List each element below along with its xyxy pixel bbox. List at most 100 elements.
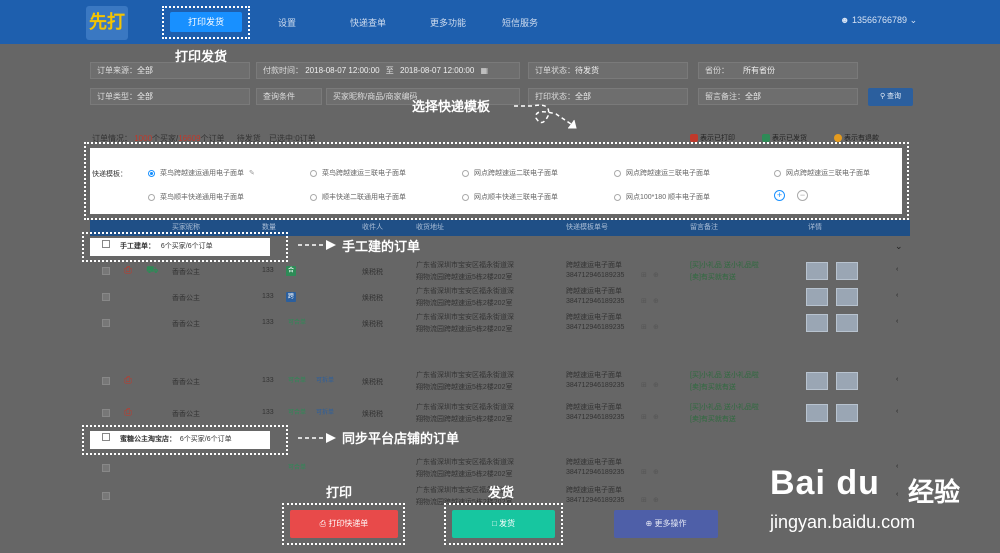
address-line-1: 广东省深圳市宝安区福永街道深: [416, 372, 514, 379]
table-row[interactable]: 香香公主 133 跨 焕税税 广东省深圳市宝安区福永街道深 翔物流园跨越速运5栋2楼202…: [90, 284, 910, 310]
expand-icon[interactable]: ⊞: [641, 297, 647, 305]
annotation-ship: 发货: [488, 485, 515, 500]
query-condition-select[interactable]: 查询条件: [256, 88, 322, 105]
row-checkbox[interactable]: [102, 409, 110, 417]
table-row[interactable]: ⎙ 香香公主 133 可合单 可拆单 焕税税 广东省深圳市宝安区福永街道深 翔物流园跨越速运5…: [90, 400, 910, 426]
annotation-manual-orders: 手工建的订单: [342, 239, 421, 254]
order-tag: 可合单: [288, 378, 307, 384]
waybill-number: 384712946189235: [566, 414, 625, 421]
search-icon: ⚲: [879, 93, 886, 100]
remark-select[interactable]: 留言备注：全部: [698, 88, 858, 105]
print-waybill-button[interactable]: ⎙ 打印快递单: [290, 510, 398, 538]
edit-icon[interactable]: ⊕: [653, 323, 659, 331]
annotation-synced-orders: 同步平台店铺的订单: [342, 431, 460, 446]
product-thumbnail[interactable]: [806, 404, 828, 422]
template-name: 跨越速运电子面单: [566, 288, 622, 295]
quantity: 133: [262, 267, 274, 274]
template-name: 跨越速运电子面单: [566, 314, 622, 321]
product-thumbnail[interactable]: [836, 262, 858, 280]
truck-icon: [762, 134, 770, 143]
address-line-2: 翔物流园跨越速运5栋2楼202室: [416, 300, 513, 307]
nav-tab-sms[interactable]: 短信服务: [502, 16, 538, 29]
edit-icon[interactable]: ⊕: [653, 413, 659, 421]
ship-button[interactable]: □ 发货: [452, 510, 555, 538]
address-line-2: 翔物流园跨越速运5栋2楼202室: [416, 471, 513, 478]
chevron-left-icon[interactable]: ‹: [896, 266, 898, 273]
chevron-left-icon[interactable]: ‹: [896, 292, 898, 299]
template-name: 跨越速运电子面单: [566, 262, 622, 269]
order-status-select[interactable]: 订单状态：待发货: [528, 62, 688, 79]
table-row[interactable]: ⎙ 香香公主 133 可合单 可拆单 焕税税 广东省深圳市宝安区福永街道深 翔物流园跨越速运5…: [90, 368, 910, 394]
chevron-left-icon[interactable]: ‹: [896, 408, 898, 415]
collapse-icon[interactable]: ⌄: [895, 241, 903, 252]
waybill-number: 384712946189235: [566, 382, 625, 389]
row-checkbox[interactable]: [102, 267, 110, 275]
user-menu[interactable]: ☻ 13566766789 ⌄: [840, 15, 917, 26]
product-thumbnail[interactable]: [806, 372, 828, 390]
seller-remark: [卖]有买就有送: [690, 416, 736, 423]
product-thumbnail[interactable]: [836, 288, 858, 306]
user-phone: 13566766789: [852, 15, 908, 25]
buyer-nickname[interactable]: 香香公主: [172, 319, 200, 329]
product-thumbnail[interactable]: [806, 262, 828, 280]
address-line-1: 广东省深圳市宝安区福永街道深: [416, 262, 514, 269]
waybill-number: 384712946189235: [566, 298, 625, 305]
edit-icon[interactable]: ⊕: [653, 297, 659, 305]
edit-icon[interactable]: ⊕: [653, 468, 659, 476]
order-type-select[interactable]: 订单类型：全部: [90, 88, 250, 105]
edit-icon[interactable]: ⊕: [653, 496, 659, 504]
order-tag: 跨: [286, 292, 297, 302]
buyer-nickname[interactable]: 香香公主: [172, 377, 200, 387]
baidu-jingyan-watermark: Bai du 经验 jingyan.baidu.com: [770, 464, 961, 532]
arrow-right-icon: [298, 433, 336, 443]
box-icon: □: [491, 519, 497, 528]
expand-icon[interactable]: ⊞: [641, 323, 647, 331]
order-tag: 合: [286, 266, 297, 276]
address-line-2: 翔物流园跨越速运5栋2楼202室: [416, 416, 513, 423]
quantity: 133: [262, 377, 274, 384]
product-thumbnail[interactable]: [806, 288, 828, 306]
product-thumbnail[interactable]: [836, 404, 858, 422]
chevron-left-icon[interactable]: ‹: [896, 318, 898, 325]
table-row[interactable]: 香香公主 133 可合单 焕税税 广东省深圳市宝安区福永街道深 翔物流园跨越速运5栋2楼2…: [90, 310, 910, 336]
expand-icon[interactable]: ⊞: [641, 496, 647, 504]
expand-icon[interactable]: ⊞: [641, 271, 647, 279]
plus-circle-icon: ⊕: [645, 519, 653, 528]
recipient: 焕税税: [362, 379, 383, 386]
recipient: 焕税税: [362, 321, 383, 328]
row-checkbox[interactable]: [102, 293, 110, 301]
edit-icon[interactable]: ⊕: [653, 381, 659, 389]
nav-tab-settings[interactable]: 设置: [278, 16, 296, 29]
more-actions-button[interactable]: ⊕ 更多操作: [614, 510, 718, 538]
app-logo[interactable]: 先打: [86, 6, 128, 40]
province-select[interactable]: 省份： 所有省份: [698, 62, 858, 79]
row-checkbox[interactable]: [102, 377, 110, 385]
calendar-icon: ▦: [480, 66, 489, 75]
product-thumbnail[interactable]: [836, 314, 858, 332]
buyer-nickname[interactable]: 香香公主: [172, 409, 200, 419]
seller-remark: [卖]有买就有送: [690, 274, 736, 281]
chevron-left-icon[interactable]: ‹: [896, 376, 898, 383]
buyer-nickname[interactable]: 香香公主: [172, 293, 200, 303]
pay-time-range[interactable]: 付款时间： 2018-08-07 12:00:00 至 2018-08-07 1…: [256, 62, 520, 79]
product-thumbnail[interactable]: [836, 372, 858, 390]
row-checkbox[interactable]: [102, 319, 110, 327]
query-button[interactable]: ⚲ 查询: [868, 88, 913, 106]
recipient: 焕税税: [362, 411, 383, 418]
row-checkbox[interactable]: [102, 464, 110, 472]
printer-icon: ⎙: [124, 265, 132, 276]
address-line-1: 广东省深圳市宝安区福永街道深: [416, 314, 514, 321]
expand-icon[interactable]: ⊞: [641, 413, 647, 421]
expand-icon[interactable]: ⊞: [641, 381, 647, 389]
buyer-nickname[interactable]: 香香公主: [172, 267, 200, 277]
expand-icon[interactable]: ⊞: [641, 468, 647, 476]
nav-tab-more-features[interactable]: 更多功能: [430, 16, 466, 29]
product-thumbnail[interactable]: [806, 314, 828, 332]
edit-icon[interactable]: ⊕: [653, 271, 659, 279]
row-checkbox[interactable]: [102, 492, 110, 500]
nav-tab-quick-check[interactable]: 快递查单: [350, 16, 386, 29]
waybill-number: 38471294618923​5: [566, 272, 625, 279]
order-tag: 可拆单: [316, 410, 335, 416]
order-tag: 可合单: [288, 320, 307, 326]
template-name: 跨越速运电子面单: [566, 404, 622, 411]
